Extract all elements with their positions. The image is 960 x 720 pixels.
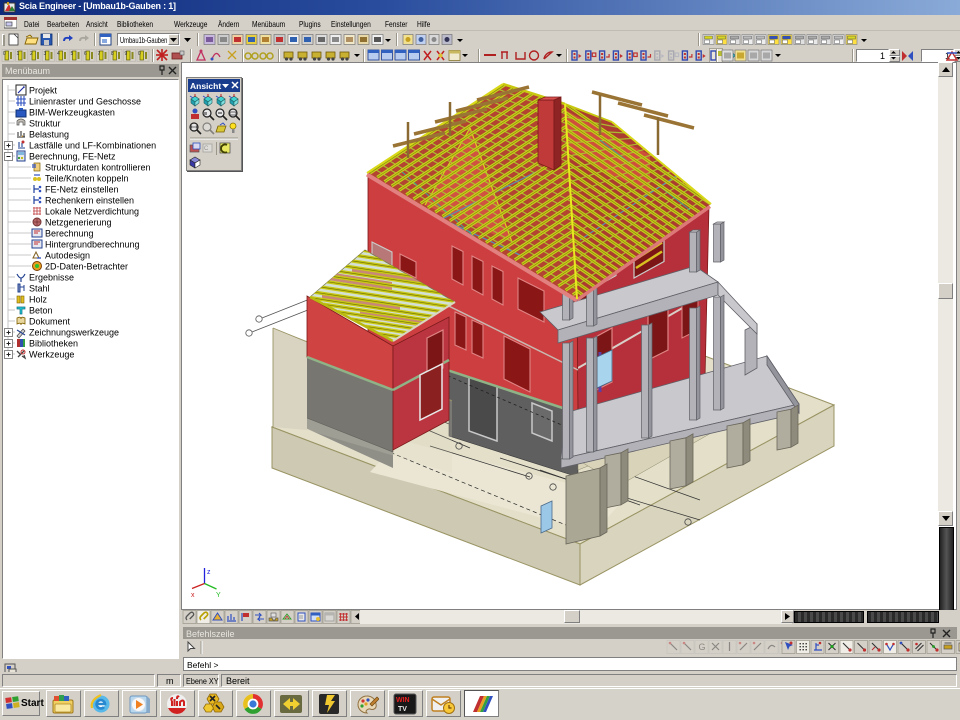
svg-text:Teile/Knoten koppeln: Teile/Knoten koppeln xyxy=(45,174,129,184)
svg-text:G: G xyxy=(699,642,706,652)
svg-text:Y: Y xyxy=(216,592,221,599)
svg-text:Berechnung, FE-Netz: Berechnung, FE-Netz xyxy=(29,152,116,162)
svg-text:Struktur: Struktur xyxy=(29,119,61,129)
svg-text:Beton: Beton xyxy=(29,306,53,316)
svg-text:5: 5 xyxy=(71,51,74,57)
svg-text:Netzgenerierung: Netzgenerierung xyxy=(45,218,112,228)
svg-text:Lokale Netzverdichtung: Lokale Netzverdichtung xyxy=(45,207,139,217)
svg-text:FE-Netz einstellen: FE-Netz einstellen xyxy=(45,185,119,195)
svg-text:2D-Daten-Betrachter: 2D-Daten-Betrachter xyxy=(45,262,128,272)
svg-text:Rechenkern einstellen: Rechenkern einstellen xyxy=(45,196,134,206)
svg-text:Projekt: Projekt xyxy=(29,86,58,96)
svg-text:7: 7 xyxy=(98,51,101,57)
svg-text:C: C xyxy=(204,146,209,152)
svg-text:2: 2 xyxy=(30,51,33,57)
svg-text:4: 4 xyxy=(57,51,60,57)
svg-text:Hintergrundberechnung: Hintergrundberechnung xyxy=(45,240,140,250)
svg-text:0: 0 xyxy=(3,51,6,57)
svg-text:0: 0 xyxy=(138,51,141,57)
svg-text:Ergebnisse: Ergebnisse xyxy=(29,273,74,283)
svg-text:Lastfälle und LF-Kombinationen: Lastfälle und LF-Kombinationen xyxy=(29,141,156,151)
svg-text:Dokument: Dokument xyxy=(29,317,71,327)
svg-text:6: 6 xyxy=(84,51,87,57)
svg-text:z: z xyxy=(207,569,211,576)
svg-text:Belastung: Belastung xyxy=(29,130,69,140)
svg-text:Stahl: Stahl xyxy=(29,284,50,294)
svg-text:9: 9 xyxy=(125,51,128,57)
svg-text:Strukturdaten kontrollieren: Strukturdaten kontrollieren xyxy=(45,163,151,173)
svg-text:8: 8 xyxy=(111,51,114,57)
svg-text:3: 3 xyxy=(44,51,47,57)
svg-text:1: 1 xyxy=(17,51,20,57)
svg-text:Holz: Holz xyxy=(29,295,48,305)
svg-text:Zeichnungswerkzeuge: Zeichnungswerkzeuge xyxy=(29,328,119,338)
svg-text:Linienraster und Geschosse: Linienraster und Geschosse xyxy=(29,97,141,107)
svg-text:x: x xyxy=(191,592,195,599)
svg-text:Autodesign: Autodesign xyxy=(45,251,90,261)
svg-text:TV: TV xyxy=(398,706,407,713)
svg-text:BIM-Werkzeugkasten: BIM-Werkzeugkasten xyxy=(29,108,115,118)
svg-text:Werkzeuge: Werkzeuge xyxy=(29,350,74,360)
svg-text:Berechnung: Berechnung xyxy=(45,229,94,239)
svg-text:Bibliotheken: Bibliotheken xyxy=(29,339,78,349)
svg-text:WIN: WIN xyxy=(396,697,410,704)
